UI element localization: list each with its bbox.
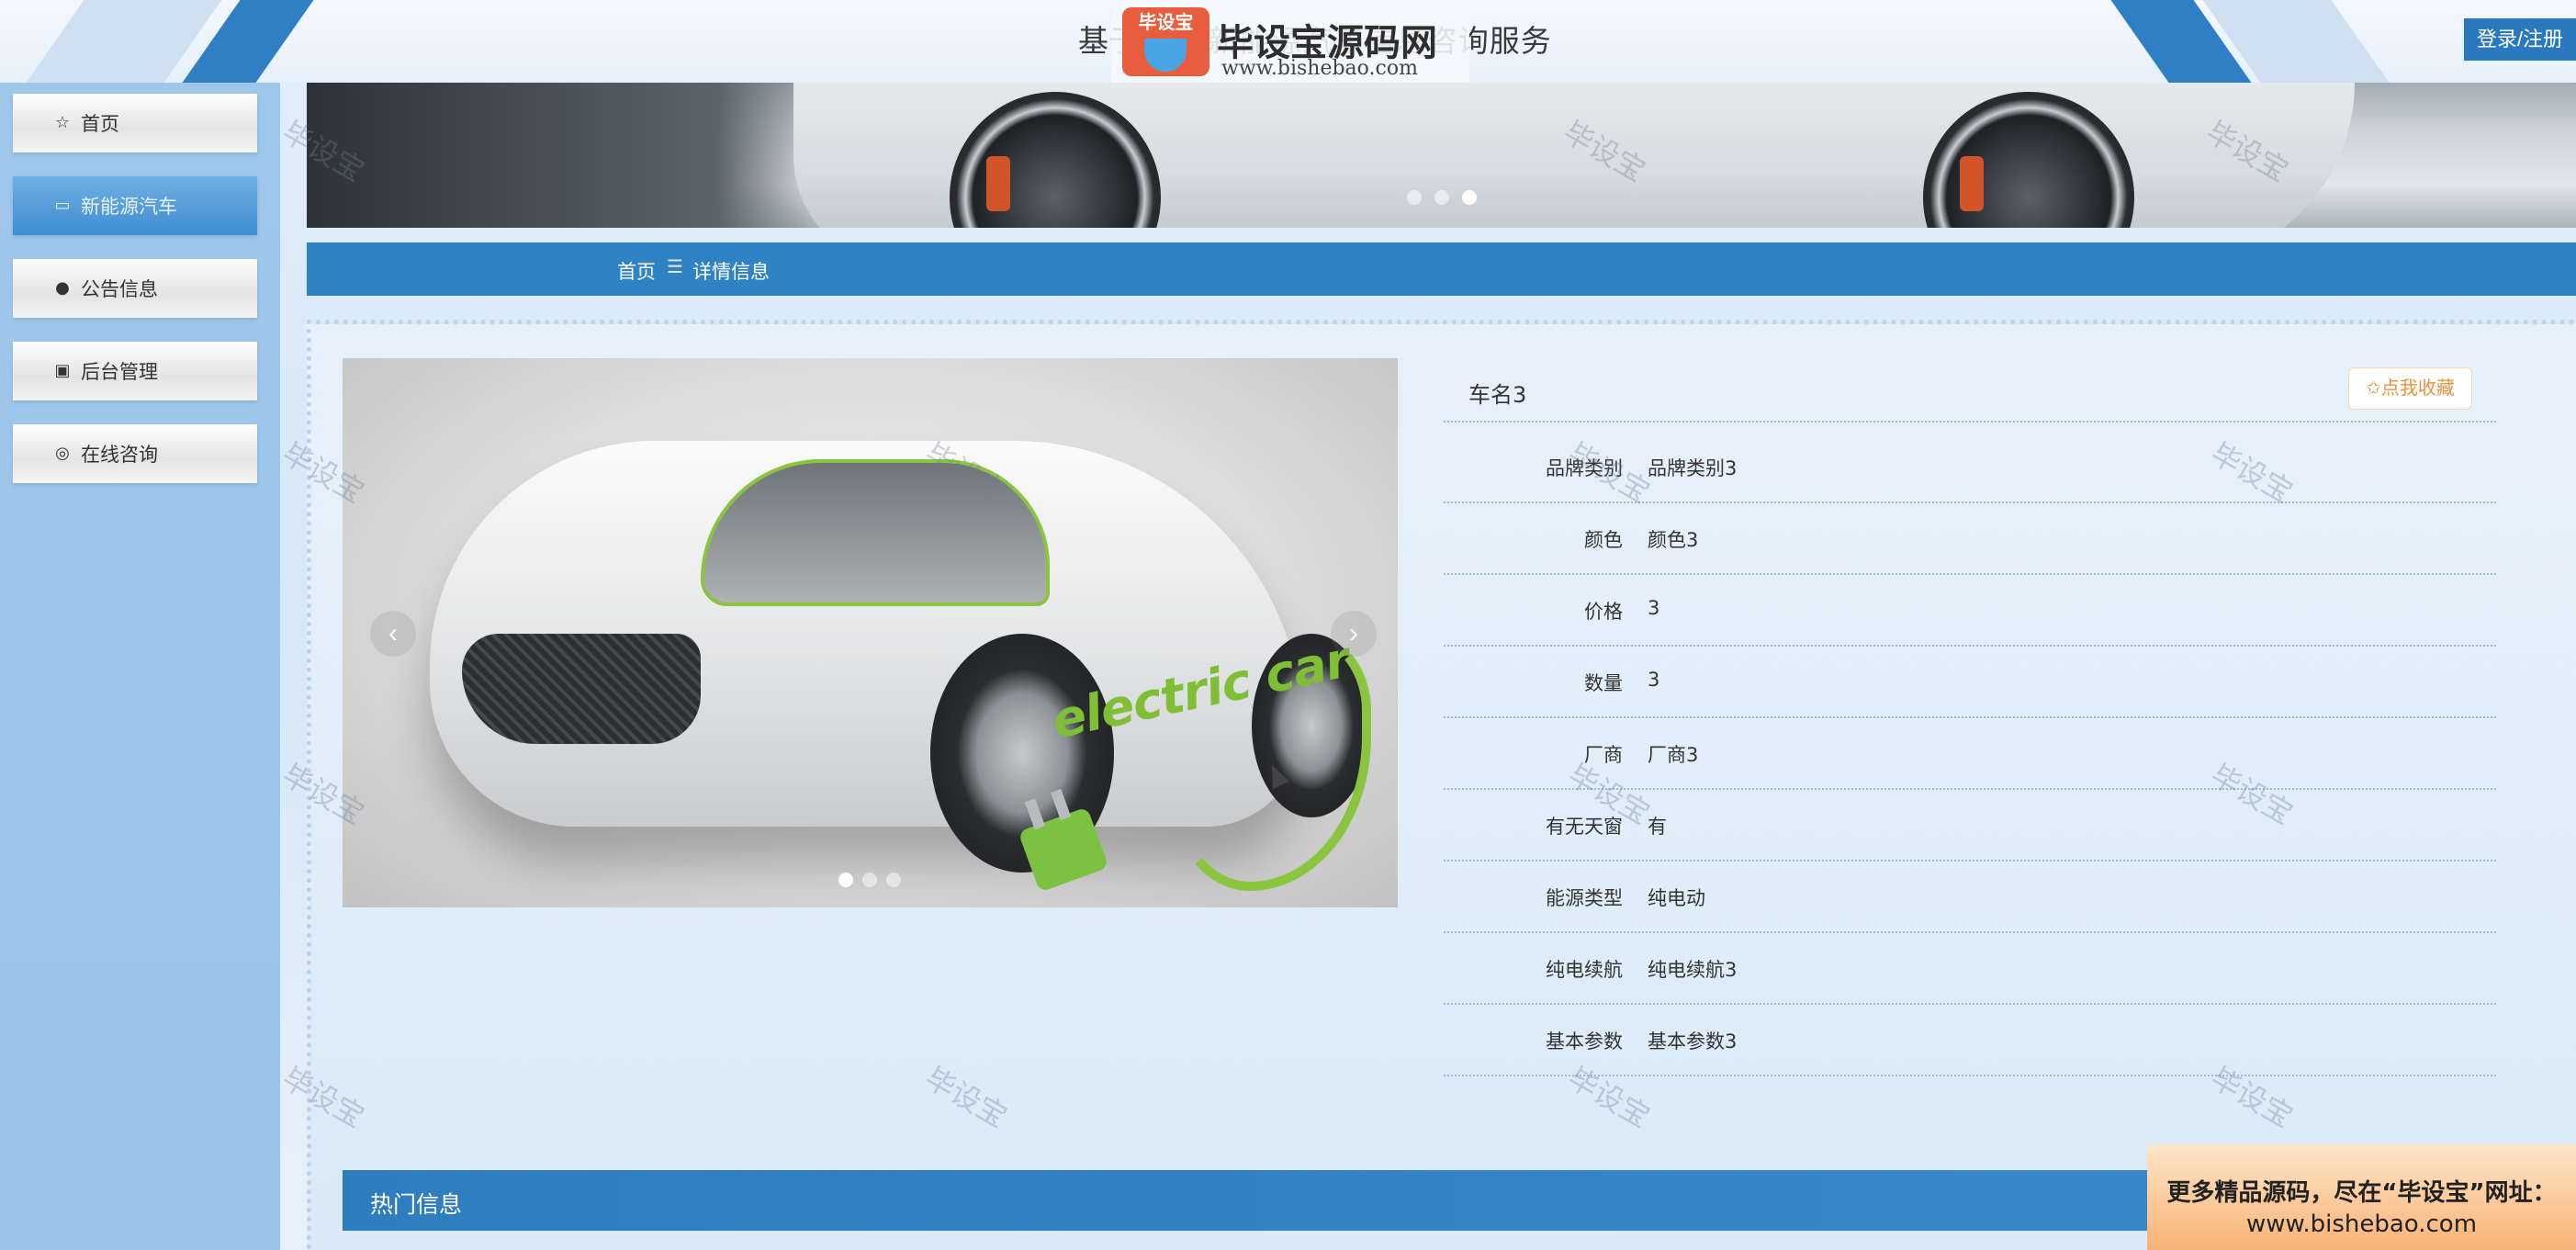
product-carousel-dot-active[interactable]: [838, 873, 853, 887]
star-icon: ☆: [54, 113, 71, 132]
detail-label: 数量: [1584, 672, 1623, 694]
lock-icon: ▭: [54, 196, 71, 215]
detail-label: 厂商: [1584, 744, 1623, 766]
detail-row-sunroof: 有无天窗 有: [1444, 790, 2496, 861]
logo-badge-text: 毕设宝: [1138, 11, 1194, 33]
site-header: 基于Java新能源汽车信息咨询服务 毕设宝 毕设宝源码网 www.bisheba…: [0, 0, 2576, 83]
banner-dot-active[interactable]: [1462, 190, 1477, 205]
detail-value: 基本参数3: [1648, 1030, 1738, 1053]
detail-row-price: 价格 3: [1444, 575, 2496, 647]
sidebar-item-admin[interactable]: ▣ 后台管理: [13, 342, 257, 400]
info-icon: ●: [55, 278, 70, 298]
detail-label: 基本参数: [1546, 1030, 1623, 1053]
product-carousel-dot[interactable]: [862, 873, 877, 887]
breadcrumb-current: 详情信息: [692, 261, 770, 283]
detail-label: 纯电续航: [1546, 959, 1623, 981]
detail-value: 颜色3: [1648, 529, 1699, 551]
promo-banner[interactable]: 更多精品源码，尽在“毕设宝”网址： www.bishebao.com: [2147, 1144, 2576, 1250]
detail-label: 有无天窗: [1546, 816, 1623, 838]
banner-shadow: [307, 83, 821, 228]
sidebar-item-label: 后台管理: [81, 361, 158, 383]
detail-value: 厂商3: [1648, 744, 1699, 766]
detail-label: 能源类型: [1546, 887, 1623, 909]
logo-badge-ring: [1144, 39, 1187, 72]
promo-text: 更多精品源码，尽在“毕设宝”网址：: [2166, 1179, 2557, 1207]
detail-row-quantity: 数量 3: [1444, 647, 2496, 718]
banner-carousel[interactable]: [307, 83, 2576, 228]
banner-dot[interactable]: [1434, 190, 1449, 205]
detail-label: 颜色: [1584, 529, 1623, 551]
car-name: 车名3: [1468, 382, 1527, 408]
hot-info-title: 热门信息: [370, 1191, 463, 1218]
detail-value: 3: [1648, 669, 1660, 691]
detail-label: 价格: [1584, 601, 1623, 623]
login-register-button[interactable]: 登录/注册: [2464, 18, 2576, 61]
breadcrumb-separator-icon: ☰: [667, 255, 683, 277]
charging-cable: [1169, 634, 1371, 891]
detail-row-brand: 品牌类别 品牌类别3: [1444, 432, 2496, 503]
detail-row-color: 颜色 颜色3: [1444, 503, 2496, 575]
detail-row-manufacturer: 厂商 厂商3: [1444, 718, 2496, 790]
product-car-grille: [462, 634, 701, 744]
sidebar-item-label: 首页: [81, 113, 119, 135]
watermark-logo-url: www.bishebao.com: [1221, 57, 1418, 80]
sidebar-item-home[interactable]: ☆ 首页: [13, 94, 257, 152]
sidebar-item-online-consult[interactable]: ◎ 在线咨询: [13, 424, 257, 483]
briefcase-icon: ▣: [54, 361, 71, 380]
favorite-button[interactable]: ✩点我收藏: [2348, 367, 2472, 410]
brake-caliper: [1960, 156, 1984, 211]
product-carousel-dot[interactable]: [886, 873, 901, 887]
detail-value: 品牌类别3: [1648, 457, 1738, 479]
detail-row-basic-params: 基本参数 基本参数3: [1444, 1005, 2496, 1076]
detail-value: 纯电动: [1648, 887, 1705, 909]
sidebar-item-new-energy-cars[interactable]: ▭ 新能源汽车: [13, 176, 257, 235]
carousel-prev-button[interactable]: ‹: [370, 611, 416, 657]
carousel-next-button[interactable]: ›: [1331, 611, 1377, 657]
banner-dot[interactable]: [1407, 190, 1422, 205]
detail-value: 有: [1648, 816, 1667, 838]
product-car-windshield: [701, 459, 1050, 606]
detail-label: 品牌类别: [1546, 457, 1623, 479]
watermark-logo-icon: 毕设宝: [1122, 7, 1209, 76]
detail-header: 车名3 ✩点我收藏: [1444, 358, 2496, 422]
detail-row-energy-type: 能源类型 纯电动: [1444, 861, 2496, 933]
sidebar: [0, 83, 280, 1250]
sidebar-item-announcements[interactable]: ● 公告信息: [13, 259, 257, 318]
detail-row-ev-range: 纯电续航 纯电续航3: [1444, 933, 2496, 1005]
breadcrumb: 首页 ☰ 详情信息: [307, 242, 2576, 296]
detail-value: 3: [1648, 597, 1660, 619]
promo-url: www.bishebao.com: [2245, 1211, 2478, 1238]
sidebar-item-label: 公告信息: [81, 278, 158, 300]
headset-icon: ◎: [55, 444, 70, 463]
detail-value: 纯电续航3: [1648, 959, 1738, 981]
breadcrumb-home-link[interactable]: 首页: [617, 257, 656, 285]
sidebar-item-label: 新能源汽车: [81, 196, 177, 218]
brake-caliper: [986, 156, 1010, 211]
product-image-carousel[interactable]: electric car ‹ ›: [343, 358, 1398, 907]
sidebar-item-label: 在线咨询: [81, 444, 158, 466]
